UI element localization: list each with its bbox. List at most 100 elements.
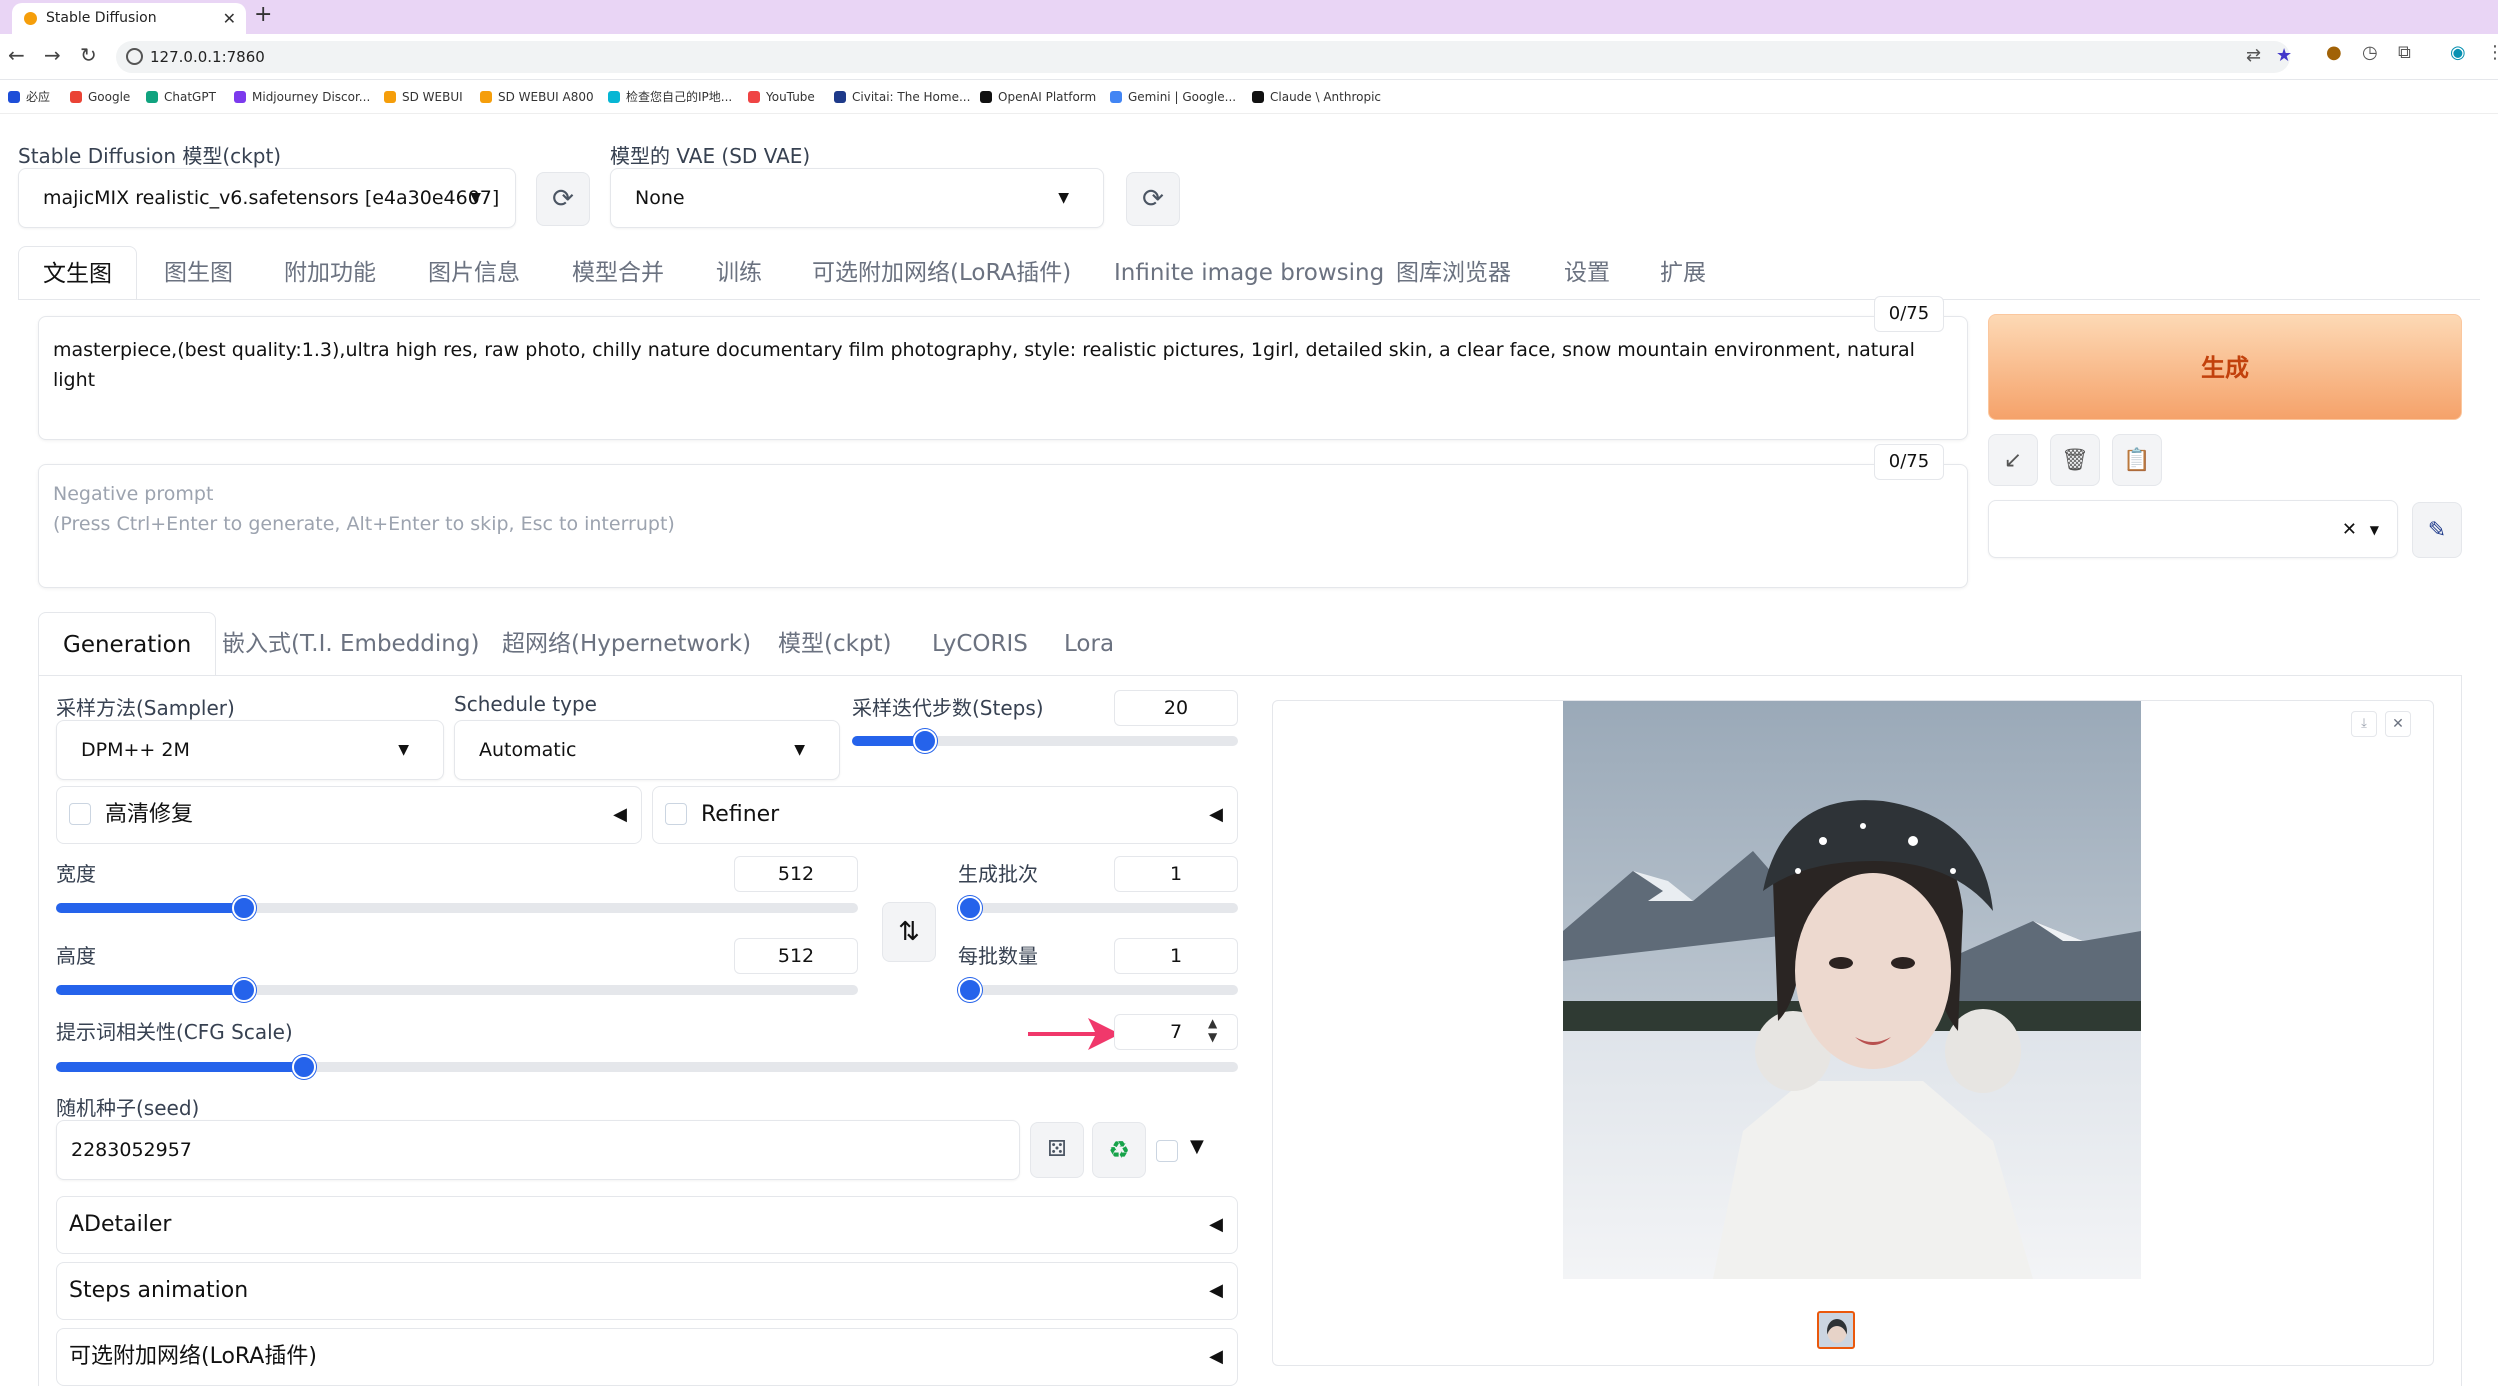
tab-png-info[interactable]: 图片信息: [428, 246, 520, 300]
bookmark-item[interactable]: ChatGPT: [146, 80, 216, 114]
bookmark-item[interactable]: Civitai: The Home...: [834, 80, 970, 114]
adetailer-accordion[interactable]: ADetailer ◀: [56, 1196, 1238, 1254]
tab-lycoris[interactable]: LyCORIS: [932, 612, 1028, 676]
slider-thumb[interactable]: [958, 978, 982, 1002]
height-input[interactable]: 512: [734, 938, 858, 974]
extra-seed-checkbox[interactable]: [1156, 1140, 1178, 1162]
bookmark-item[interactable]: SD WEBUI A800: [480, 80, 594, 114]
refiner-accordion[interactable]: Refiner ◀: [652, 786, 1238, 844]
close-icon[interactable]: ✕: [2385, 711, 2411, 737]
reuse-seed-button[interactable]: ♻: [1092, 1122, 1146, 1178]
batch-size-label: 每批数量: [958, 944, 1038, 968]
number-stepper-icon[interactable]: ▲ ▼: [1208, 1016, 1217, 1044]
bookmark-item[interactable]: 必应: [8, 80, 50, 114]
back-icon[interactable]: ←: [8, 43, 25, 67]
translate-icon[interactable]: ⇄: [2246, 45, 2261, 66]
bookmark-item[interactable]: YouTube: [748, 80, 815, 114]
seed-input[interactable]: 2283052957: [56, 1120, 1020, 1180]
tab-generation[interactable]: Generation: [38, 612, 217, 676]
batch-size-slider[interactable]: [958, 978, 1238, 1002]
cfg-scale-slider[interactable]: [56, 1055, 1238, 1079]
clear-prompt-button[interactable]: 🗑: [2050, 434, 2100, 486]
menu-kebab-icon[interactable]: ⋮: [2486, 42, 2498, 63]
random-seed-button[interactable]: ⚄: [1030, 1122, 1084, 1178]
height-slider[interactable]: [56, 978, 858, 1002]
hires-fix-accordion[interactable]: 高清修复 ◀: [56, 786, 642, 844]
bookmark-item[interactable]: Midjourney Discor...: [234, 80, 370, 114]
tab-img2img[interactable]: 图生图: [164, 246, 233, 300]
clear-selection-icon[interactable]: ✕: [2342, 501, 2357, 557]
bookmark-item[interactable]: Google: [70, 80, 130, 114]
collapse-triangle-icon: ◀: [1209, 1214, 1223, 1235]
extensions-puzzle-icon[interactable]: ⧉: [2398, 42, 2411, 63]
steps-animation-accordion[interactable]: Steps animation ◀: [56, 1262, 1238, 1320]
vae-dropdown[interactable]: None ▼: [610, 168, 1104, 228]
generate-button[interactable]: 生成: [1988, 314, 2462, 420]
cfg-scale-input[interactable]: 7: [1114, 1014, 1238, 1050]
prompt-textarea[interactable]: masterpiece,(best quality:1.3),ultra hig…: [38, 316, 1968, 440]
generated-image[interactable]: [1563, 701, 2141, 1279]
site-info-icon[interactable]: [126, 48, 143, 65]
tab-extensions[interactable]: 扩展: [1660, 246, 1706, 300]
favicon-icon: [24, 12, 37, 25]
reload-icon[interactable]: ↻: [80, 43, 97, 67]
tab-additional-networks[interactable]: 可选附加网络(LoRA插件): [812, 246, 1071, 300]
sampler-dropdown[interactable]: DPM++ 2M ▼: [56, 720, 444, 780]
gallery-thumbnail[interactable]: [1817, 1311, 1855, 1349]
tab-lora[interactable]: Lora: [1064, 612, 1114, 676]
new-tab-icon[interactable]: +: [254, 2, 272, 27]
extension-icon[interactable]: ●: [2326, 42, 2342, 63]
bookmark-item[interactable]: SD WEBUI: [384, 80, 463, 114]
read-params-button[interactable]: ↙: [1988, 434, 2038, 486]
swap-arrows-icon: ⇅: [898, 917, 920, 947]
additional-networks-label: 可选附加网络(LoRA插件): [69, 1344, 317, 1369]
additional-networks-accordion[interactable]: 可选附加网络(LoRA插件) ◀: [56, 1328, 1238, 1386]
tab-settings[interactable]: 设置: [1564, 246, 1610, 300]
tab-checkpoints[interactable]: 模型(ckpt): [778, 612, 892, 676]
steps-input[interactable]: 20: [1114, 690, 1238, 726]
tab-train[interactable]: 训练: [716, 246, 762, 300]
bookmark-item[interactable]: Gemini | Google...: [1110, 80, 1236, 114]
tab-infinite-image-browsing[interactable]: Infinite image browsing: [1114, 246, 1384, 300]
width-input[interactable]: 512: [734, 856, 858, 892]
url-input[interactable]: 127.0.0.1:7860 ⇄ ★: [116, 41, 2292, 73]
checkpoint-dropdown[interactable]: majicMIX realistic_v6.safetensors [e4a30…: [18, 168, 516, 228]
bookmark-star-icon[interactable]: ★: [2276, 45, 2292, 66]
tab-embedding[interactable]: 嵌入式(T.I. Embedding): [222, 612, 479, 676]
tab-extras[interactable]: 附加功能: [284, 246, 376, 300]
slider-thumb[interactable]: [231, 978, 256, 1002]
bookmark-item[interactable]: OpenAI Platform: [980, 80, 1096, 114]
refiner-checkbox[interactable]: [665, 803, 687, 825]
styles-clipboard-button[interactable]: 📋: [2112, 434, 2162, 486]
seed-label: 随机种子(seed): [56, 1096, 200, 1120]
tab-hypernetwork[interactable]: 超网络(Hypernetwork): [502, 612, 751, 676]
extra-seed-toggle-icon[interactable]: ▼: [1190, 1136, 1204, 1157]
tab-checkpoint-merger[interactable]: 模型合并: [572, 246, 664, 300]
tab-image-browser[interactable]: 图库浏览器: [1396, 246, 1511, 300]
width-slider[interactable]: [56, 896, 858, 920]
edit-styles-button[interactable]: ✎: [2412, 502, 2462, 558]
batch-count-slider[interactable]: [958, 896, 1238, 920]
styles-dropdown[interactable]: ✕ ▼: [1988, 500, 2398, 558]
negative-prompt-textarea[interactable]: Negative prompt (Press Ctrl+Enter to gen…: [38, 464, 1968, 588]
forward-icon[interactable]: →: [44, 43, 61, 67]
steps-slider[interactable]: [852, 729, 1238, 753]
history-icon[interactable]: ◷: [2362, 42, 2378, 63]
slider-thumb[interactable]: [958, 896, 982, 920]
refresh-vae-button[interactable]: ⟳: [1126, 172, 1180, 226]
refresh-checkpoint-button[interactable]: ⟳: [536, 172, 590, 226]
schedule-type-dropdown[interactable]: Automatic ▼: [454, 720, 840, 780]
profile-avatar-icon[interactable]: ◉: [2450, 42, 2466, 63]
download-icon[interactable]: ⤓: [2351, 711, 2377, 737]
close-tab-icon[interactable]: ✕: [223, 3, 236, 34]
swap-dimensions-button[interactable]: ⇅: [882, 902, 936, 962]
collapse-triangle-icon: ◀: [1209, 1280, 1223, 1301]
batch-count-input[interactable]: 1: [1114, 856, 1238, 892]
browser-tab[interactable]: Stable Diffusion ✕: [12, 3, 246, 34]
slider-thumb[interactable]: [231, 896, 256, 920]
hires-fix-checkbox[interactable]: [69, 803, 91, 825]
tab-txt2img[interactable]: 文生图: [18, 246, 137, 300]
bookmark-item[interactable]: Claude \ Anthropic: [1252, 80, 1381, 114]
bookmark-item[interactable]: 检查您自己的IP地...: [608, 80, 732, 114]
batch-size-input[interactable]: 1: [1114, 938, 1238, 974]
